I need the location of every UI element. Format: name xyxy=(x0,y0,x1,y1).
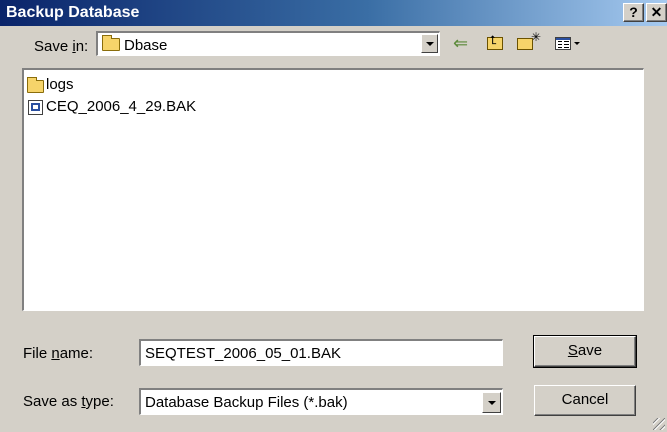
save-in-dropdown[interactable]: Dbase xyxy=(96,31,440,56)
chevron-down-icon[interactable] xyxy=(482,392,501,413)
save-as-type-value: Database Backup Files (*.bak) xyxy=(145,394,348,411)
save-as-type-dropdown[interactable]: Database Backup Files (*.bak) xyxy=(139,388,503,415)
file-name-field[interactable]: SEQTEST_2006_05_01.BAK xyxy=(139,339,503,366)
file-name: logs xyxy=(46,76,74,93)
file-name-value: SEQTEST_2006_05_01.BAK xyxy=(145,345,341,362)
file-name-label: File name: xyxy=(23,345,94,362)
help-button[interactable]: ? xyxy=(623,3,644,22)
file-list[interactable]: logs CEQ_2006_4_29.BAK xyxy=(22,68,644,311)
new-folder-icon[interactable]: ✳ xyxy=(515,30,543,54)
save-as-type-label: Save as type: xyxy=(23,393,114,410)
close-button[interactable]: ✕ xyxy=(646,3,667,22)
title-bar[interactable]: Backup Database ? ✕ xyxy=(0,0,667,26)
save-in-label: Save in: xyxy=(34,38,89,55)
save-in-value: Dbase xyxy=(124,37,168,54)
folder-icon xyxy=(27,77,44,93)
up-folder-icon[interactable] xyxy=(485,32,507,54)
chevron-down-icon[interactable] xyxy=(421,34,438,53)
folder-icon xyxy=(102,35,120,51)
file-name: CEQ_2006_4_29.BAK xyxy=(46,98,197,115)
window-title: Backup Database xyxy=(6,4,140,21)
view-menu-icon[interactable] xyxy=(553,32,587,54)
backup-file-icon xyxy=(28,100,43,115)
cancel-button[interactable]: Cancel xyxy=(534,385,636,416)
back-arrow-icon[interactable]: ⇐ xyxy=(453,32,477,54)
save-button[interactable]: Save xyxy=(533,335,637,368)
resize-grip-icon[interactable] xyxy=(653,418,665,430)
